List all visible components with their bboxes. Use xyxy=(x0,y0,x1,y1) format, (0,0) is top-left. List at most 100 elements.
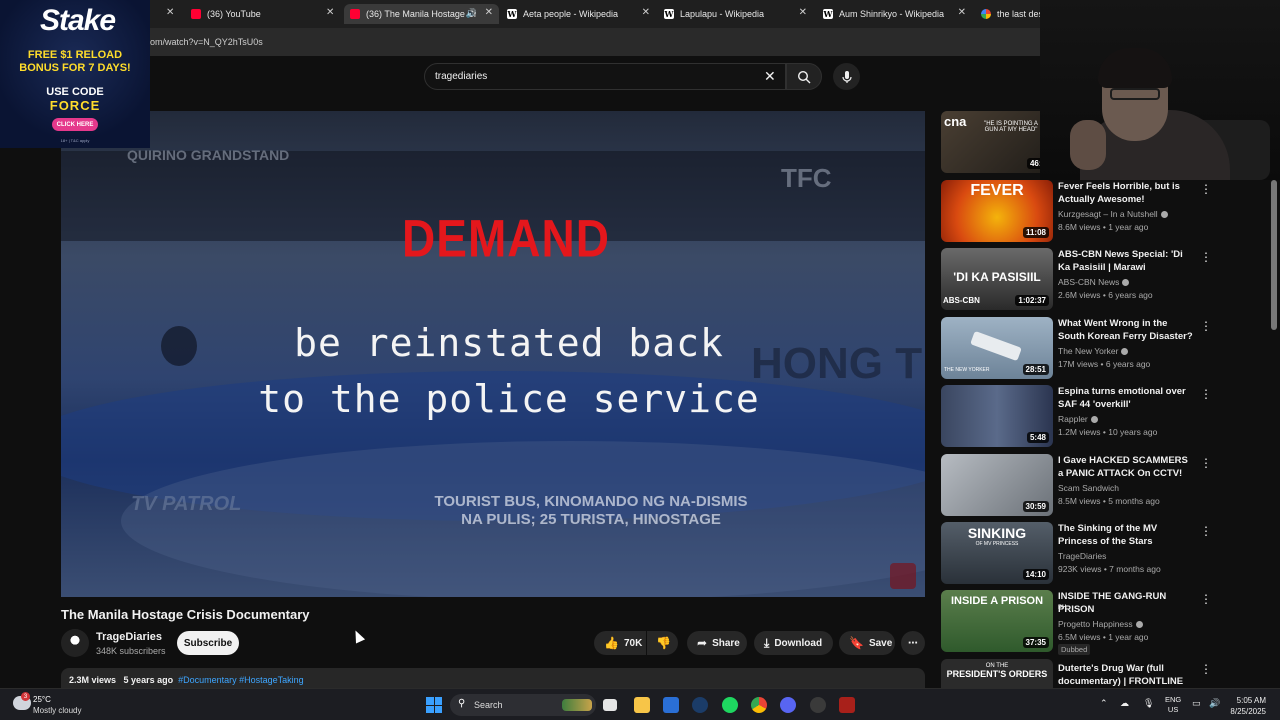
microphone-icon[interactable]: 🎙 xyxy=(1143,698,1154,709)
close-tab-icon[interactable]: ✕ xyxy=(799,7,807,18)
stake-ad-overlay: Stake FREE $1 RELOAD BONUS FOR 7 DAYS! U… xyxy=(0,0,150,148)
thumbnail-text: PRESIDENT'S ORDERS xyxy=(946,669,1048,679)
voice-search-button[interactable] xyxy=(833,63,860,90)
steam-icon[interactable] xyxy=(692,697,708,713)
close-tab-icon[interactable]: ✕ xyxy=(326,7,334,18)
dubbed-badge: Dubbed xyxy=(1058,644,1091,655)
clock-time: 5:05 AM xyxy=(1236,696,1266,705)
file-explorer-icon[interactable] xyxy=(634,697,650,713)
recommendation-title[interactable]: INSIDE THE GANG-RUN PRISON xyxy=(1058,590,1194,616)
share-button[interactable]: ➦ Share xyxy=(687,631,747,655)
search-icon xyxy=(797,70,811,83)
more-horizontal-icon: ⋯ xyxy=(908,637,918,649)
recommendation-thumbnail[interactable]: 'DI KA PASISIIL ABS-CBN 1:02:37 xyxy=(941,248,1053,310)
recommendation-item[interactable]: 30:59 I Gave HACKED SCAMMERS a PANIC ATT… xyxy=(940,454,1260,516)
more-vertical-icon[interactable]: ⋮ xyxy=(1200,456,1212,470)
weather-temperature[interactable]: 25°C xyxy=(33,695,51,704)
recommendation-item[interactable]: SINKING OF MV PRINCESS 14:10 The Sinking… xyxy=(940,522,1260,584)
close-tab-icon[interactable]: ✕ xyxy=(958,7,966,18)
windows-start-icon[interactable] xyxy=(426,697,442,713)
clear-search-icon[interactable]: ✕ xyxy=(764,68,776,85)
recommendation-title[interactable]: The Sinking of the MV Princess of the St… xyxy=(1058,522,1194,548)
recommendation-item[interactable]: ON THE PRESIDENT'S ORDERS Duterte's Drug… xyxy=(940,659,1260,688)
like-button[interactable]: 👍 70K xyxy=(594,631,646,655)
recommendation-stats: 1.2M views • 10 years ago xyxy=(1058,427,1158,437)
recommendation-title[interactable]: Fever Feels Horrible, but is Actually Aw… xyxy=(1058,180,1194,206)
language-indicator[interactable]: ENG US xyxy=(1165,695,1181,715)
more-vertical-icon[interactable]: ⋮ xyxy=(1200,319,1212,333)
recommendation-thumbnail[interactable]: ON THE PRESIDENT'S ORDERS xyxy=(941,659,1053,688)
more-vertical-icon[interactable]: ⋮ xyxy=(1200,182,1212,196)
more-vertical-icon[interactable]: ⋮ xyxy=(1200,387,1212,401)
taskbar-clock[interactable]: 5:05 AM 8/25/2025 xyxy=(1228,695,1266,717)
close-tab-icon[interactable]: ✕ xyxy=(166,7,174,18)
search-button[interactable] xyxy=(786,63,822,90)
more-vertical-icon[interactable]: ⋮ xyxy=(1200,662,1212,676)
hashtags[interactable]: #Documentary #HostageTaking xyxy=(178,675,304,685)
recommendation-item[interactable]: FEVER 11:08 Fever Feels Horrible, but is… xyxy=(940,180,1260,242)
ad-click-here-button[interactable]: CLICK HERE xyxy=(52,118,98,131)
chrome-icon[interactable] xyxy=(751,697,767,713)
recommendation-title[interactable]: I Gave HACKED SCAMMERS a PANIC ATTACK On… xyxy=(1058,454,1194,480)
channel-prefix: PH xyxy=(1058,605,1067,611)
page-scrollbar[interactable] xyxy=(1271,180,1277,330)
recommendation-item[interactable]: 'DI KA PASISIIL ABS-CBN 1:02:37 ABS-CBN … xyxy=(940,248,1260,310)
more-vertical-icon[interactable]: ⋮ xyxy=(1200,250,1212,264)
channel-name[interactable]: TrageDiaries xyxy=(96,631,162,643)
speaker-icon[interactable]: 🔊 xyxy=(466,8,477,19)
thumbnail-text: INSIDE A PRISON xyxy=(950,595,1044,607)
thumbs-up-icon: 👍 xyxy=(604,636,619,650)
tab-lapulapu[interactable]: W Lapulapu - Wikipedia ✕ xyxy=(658,4,813,24)
taskbar-search[interactable]: ⚲ Search xyxy=(450,694,596,716)
ad-line-2: BONUS FOR 7 DAYS! xyxy=(19,62,131,74)
recommendation-thumbnail[interactable]: THE NEW YORKER 28:51 xyxy=(941,317,1053,379)
close-tab-icon[interactable]: ✕ xyxy=(642,7,650,18)
recommendation-thumbnail[interactable]: 5:48 xyxy=(941,385,1053,447)
tab-youtube-home[interactable]: (36) YouTube xyxy=(185,4,340,24)
more-vertical-icon[interactable]: ⋮ xyxy=(1200,592,1212,606)
tab-aeta-people[interactable]: W Aeta people - Wikipedia ✕ xyxy=(501,4,656,24)
bookmark-icon: 🔖 xyxy=(849,636,864,650)
download-button[interactable]: ⤓ Download xyxy=(754,631,833,655)
more-vertical-icon[interactable]: ⋮ xyxy=(1200,524,1212,538)
app-icon[interactable] xyxy=(839,697,855,713)
tab-manila-hostage[interactable]: (36) The Manila Hostage Cr 🔊 ✕ xyxy=(344,4,499,24)
channel-watermark-icon[interactable] xyxy=(890,563,916,589)
chevron-up-icon[interactable]: ⌃ xyxy=(1100,698,1108,709)
recommendation-item[interactable]: THE NEW YORKER 28:51 What Went Wrong in … xyxy=(940,317,1260,379)
weather-description[interactable]: Mostly cloudy xyxy=(33,706,81,715)
recommendation-item[interactable]: 5:48 Espina turns emotional over SAF 44 … xyxy=(940,385,1260,447)
channel-avatar[interactable] xyxy=(61,629,89,657)
verified-icon xyxy=(1135,621,1143,629)
close-tab-icon[interactable]: ✕ xyxy=(485,7,493,18)
video-player[interactable]: QUIRINO GRANDSTAND TFC HONG T TV PATROL … xyxy=(61,111,925,597)
recommendation-title[interactable]: What Went Wrong in the South Korean Ferr… xyxy=(1058,317,1194,343)
more-actions-button[interactable]: ⋯ xyxy=(901,631,925,655)
youtube-icon xyxy=(191,9,201,19)
volume-icon[interactable]: 🔊 xyxy=(1209,698,1220,709)
wikipedia-icon: W xyxy=(823,9,833,19)
recommendation-thumbnail[interactable]: FEVER 11:08 xyxy=(941,180,1053,242)
tab-aum-shinrikyo[interactable]: W Aum Shinrikyo - Wikipedia ✕ xyxy=(817,4,972,24)
obs-icon[interactable] xyxy=(810,697,826,713)
subscribe-button[interactable]: Subscribe xyxy=(177,631,239,655)
network-icon[interactable]: ▭ xyxy=(1192,698,1201,709)
channel-label: TrageDiaries xyxy=(1058,551,1107,561)
recommendation-title[interactable]: Espina turns emotional over SAF 44 'over… xyxy=(1058,385,1194,411)
recommendation-thumbnail[interactable]: 30:59 xyxy=(941,454,1053,516)
recommendation-thumbnail[interactable]: SINKING OF MV PRINCESS 14:10 xyxy=(941,522,1053,584)
search-input[interactable]: tragediaries ✕ xyxy=(424,63,786,90)
cloud-sync-icon[interactable]: ☁ xyxy=(1120,698,1129,709)
save-button[interactable]: 🔖 Save xyxy=(839,631,895,655)
task-view-icon[interactable] xyxy=(603,699,617,711)
recommendation-thumbnail[interactable]: INSIDE A PRISON 37:35 xyxy=(941,590,1053,652)
screen: (36) YouTube ✕ ✕ (36) The Manila Hostage… xyxy=(0,0,1280,720)
store-icon[interactable] xyxy=(663,697,679,713)
recommendation-title[interactable]: ABS-CBN News Special: 'Di Ka Pasisiil | … xyxy=(1058,248,1194,274)
dislike-button[interactable]: 👎 xyxy=(647,631,678,655)
recommendation-title[interactable]: Duterte's Drug War (full documentary) | … xyxy=(1058,662,1194,688)
recommendation-item[interactable]: INSIDE A PRISON 37:35 INSIDE THE GANG-RU… xyxy=(940,590,1260,655)
spotify-icon[interactable] xyxy=(722,697,738,713)
discord-icon[interactable] xyxy=(780,697,796,713)
recommendation-thumbnail[interactable]: cna "HE IS POINTING A GUN AT MY HEAD" 46… xyxy=(941,111,1053,173)
